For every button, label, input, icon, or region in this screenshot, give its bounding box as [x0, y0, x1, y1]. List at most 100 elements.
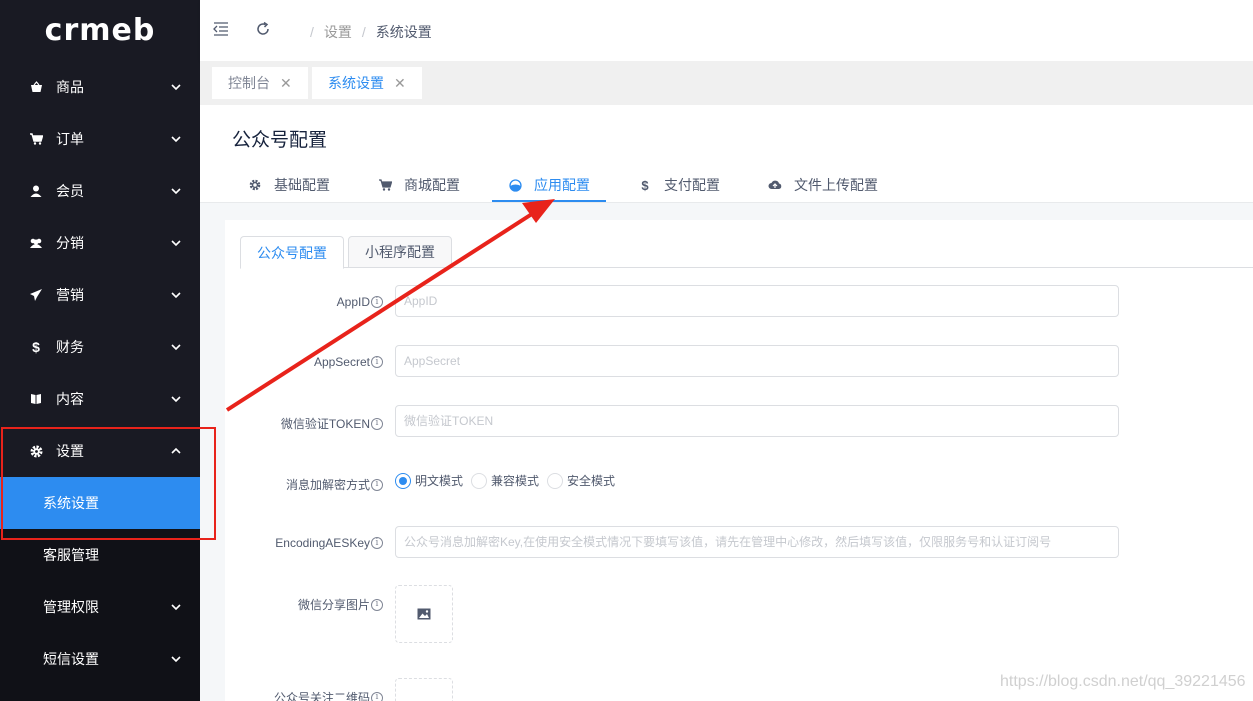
- sidebar-subitem-label: 系统设置: [43, 495, 99, 511]
- cart-icon: [378, 178, 392, 192]
- info-icon[interactable]: i: [371, 537, 383, 549]
- tab-label: 应用配置: [534, 177, 590, 193]
- radio-dot[interactable]: [471, 472, 488, 489]
- breadcrumb-current: 系统设置: [375, 24, 432, 40]
- radio-label: 安全模式: [567, 474, 616, 488]
- sidebar-subitem-sms[interactable]: 短信设置: [0, 633, 200, 685]
- chevron-up-icon: [171, 447, 181, 454]
- share-image-upload[interactable]: [395, 585, 453, 643]
- sidebar-subitem-permissions[interactable]: 管理权限: [0, 581, 200, 633]
- tag-dashboard[interactable]: 控制台 ✕: [212, 67, 308, 99]
- sidebar-item-label: 分销: [56, 235, 84, 251]
- info-icon[interactable]: i: [371, 417, 383, 430]
- appid-input[interactable]: [395, 285, 1119, 317]
- sidebar-item-finance[interactable]: $ 财务: [0, 321, 200, 373]
- tab-upload-config[interactable]: 文件上传配置: [768, 167, 878, 203]
- info-icon[interactable]: i: [371, 598, 383, 611]
- info-icon[interactable]: i: [371, 691, 383, 701]
- sidebar-subitem-system-settings[interactable]: 系统设置: [0, 477, 200, 529]
- share-image-label: 微信分享图片 i: [298, 596, 383, 613]
- tab-payment-config[interactable]: $ 支付配置: [638, 167, 720, 203]
- sidebar-item-content[interactable]: 内容: [0, 373, 200, 425]
- tab-label: 支付配置: [664, 177, 720, 193]
- gear-icon: [29, 444, 43, 458]
- gear-icon: [248, 178, 262, 192]
- qrcode-upload[interactable]: [395, 678, 453, 701]
- sidebar-item-settings[interactable]: 设置: [0, 425, 200, 477]
- appsecret-label: AppSecret i: [314, 355, 383, 369]
- breadcrumb: / 设置 / 系统设置: [300, 22, 432, 42]
- radio-plaintext[interactable]: 明文模式: [395, 472, 463, 489]
- chevron-down-icon: [171, 604, 181, 611]
- sidebar-item-label: 设置: [56, 443, 84, 459]
- radio-dot[interactable]: [395, 472, 411, 489]
- appsecret-input[interactable]: [395, 345, 1119, 377]
- chevron-down-icon: [171, 396, 181, 403]
- dollar-icon: $: [641, 177, 649, 193]
- sidebar-item-marketing[interactable]: 营销: [0, 269, 200, 321]
- tags-bar: 控制台 ✕ 系统设置 ✕: [200, 61, 1253, 105]
- sidebar-item-label: 营销: [56, 287, 84, 303]
- sidebar-item-members[interactable]: 会员: [0, 165, 200, 217]
- active-tab-indicator: [492, 200, 606, 202]
- qrcode-label: 公众号关注二维码 i: [274, 689, 383, 701]
- sidebar-item-distribution[interactable]: 分销: [0, 217, 200, 269]
- aeskey-label-text: EncodingAESKey: [275, 536, 370, 550]
- logo[interactable]: crmeb: [0, 0, 200, 61]
- tab-basic-config[interactable]: 基础配置: [248, 167, 330, 203]
- radio-secure[interactable]: 安全模式: [547, 472, 615, 489]
- tab-mini-program[interactable]: 小程序配置: [348, 236, 452, 268]
- radio-label: 明文模式: [415, 474, 464, 488]
- encrypt-label: 消息加解密方式 i: [286, 476, 383, 493]
- breadcrumb-separator: /: [310, 24, 314, 40]
- token-input[interactable]: [395, 405, 1119, 437]
- tag-label: 系统设置: [328, 75, 384, 91]
- cloud-upload-icon: [768, 178, 782, 192]
- sidebar-subitem-label: 管理权限: [43, 599, 99, 615]
- radio-dot[interactable]: [547, 472, 564, 489]
- sidebar-item-goods[interactable]: 商品: [0, 61, 200, 113]
- token-label-text: 微信验证TOKEN: [280, 417, 370, 431]
- sidebar: crmeb 商品 订单 会员 分销 营销 $ 财务 内容 设置 系统设置 客服管…: [0, 0, 200, 701]
- sidebar-item-orders[interactable]: 订单: [0, 113, 200, 165]
- aeskey-label: EncodingAESKey i: [275, 536, 383, 550]
- page-header: 公众号配置 基础配置 商城配置 应用配置 $ 支付配置 文件上传配置: [200, 105, 1253, 203]
- refresh-icon[interactable]: [255, 21, 271, 37]
- breadcrumb-level1[interactable]: 设置: [324, 22, 352, 42]
- info-icon[interactable]: i: [371, 478, 383, 491]
- menu-collapse-icon[interactable]: [213, 21, 229, 37]
- sidebar-item-label: 会员: [56, 183, 84, 199]
- encrypt-label-text: 消息加解密方式: [285, 478, 370, 492]
- tab-label: 公众号配置: [257, 244, 327, 261]
- sidebar-subitem-customer-service[interactable]: 客服管理: [0, 529, 200, 581]
- info-icon[interactable]: i: [371, 356, 383, 368]
- watermark: https://blog.csdn.net/qq_39221456: [1000, 673, 1246, 690]
- chevron-down-icon: [171, 344, 181, 351]
- tab-app-config[interactable]: 应用配置: [508, 167, 590, 203]
- token-label: 微信验证TOKEN i: [281, 415, 383, 432]
- chevron-down-icon: [171, 136, 181, 143]
- aeskey-input[interactable]: [395, 526, 1119, 558]
- app-icon: [508, 178, 522, 192]
- tab-mall-config[interactable]: 商城配置: [378, 167, 460, 203]
- bag-icon: [29, 80, 43, 94]
- appsecret-label-text: AppSecret: [313, 355, 370, 369]
- tab-official-account[interactable]: 公众号配置: [240, 236, 344, 269]
- close-icon[interactable]: ✕: [280, 75, 292, 92]
- inner-tabs: 公众号配置 小程序配置: [240, 236, 1253, 269]
- close-icon[interactable]: ✕: [394, 75, 406, 92]
- radio-compatible[interactable]: 兼容模式: [471, 472, 539, 489]
- book-icon: [29, 392, 43, 406]
- tag-system-settings[interactable]: 系统设置 ✕: [312, 67, 422, 99]
- sidebar-subitem-label: 客服管理: [43, 547, 99, 563]
- sidebar-item-label: 财务: [56, 339, 84, 355]
- tab-label: 文件上传配置: [794, 177, 878, 193]
- dollar-icon: $: [32, 339, 40, 355]
- radio-label: 兼容模式: [491, 474, 540, 488]
- share-image-label-text: 微信分享图片: [297, 598, 370, 612]
- chevron-down-icon: [171, 188, 181, 195]
- chevron-down-icon: [171, 84, 181, 91]
- info-icon[interactable]: i: [371, 296, 383, 308]
- tab-label: 商城配置: [404, 177, 460, 193]
- sidebar-item-label: 内容: [56, 391, 84, 407]
